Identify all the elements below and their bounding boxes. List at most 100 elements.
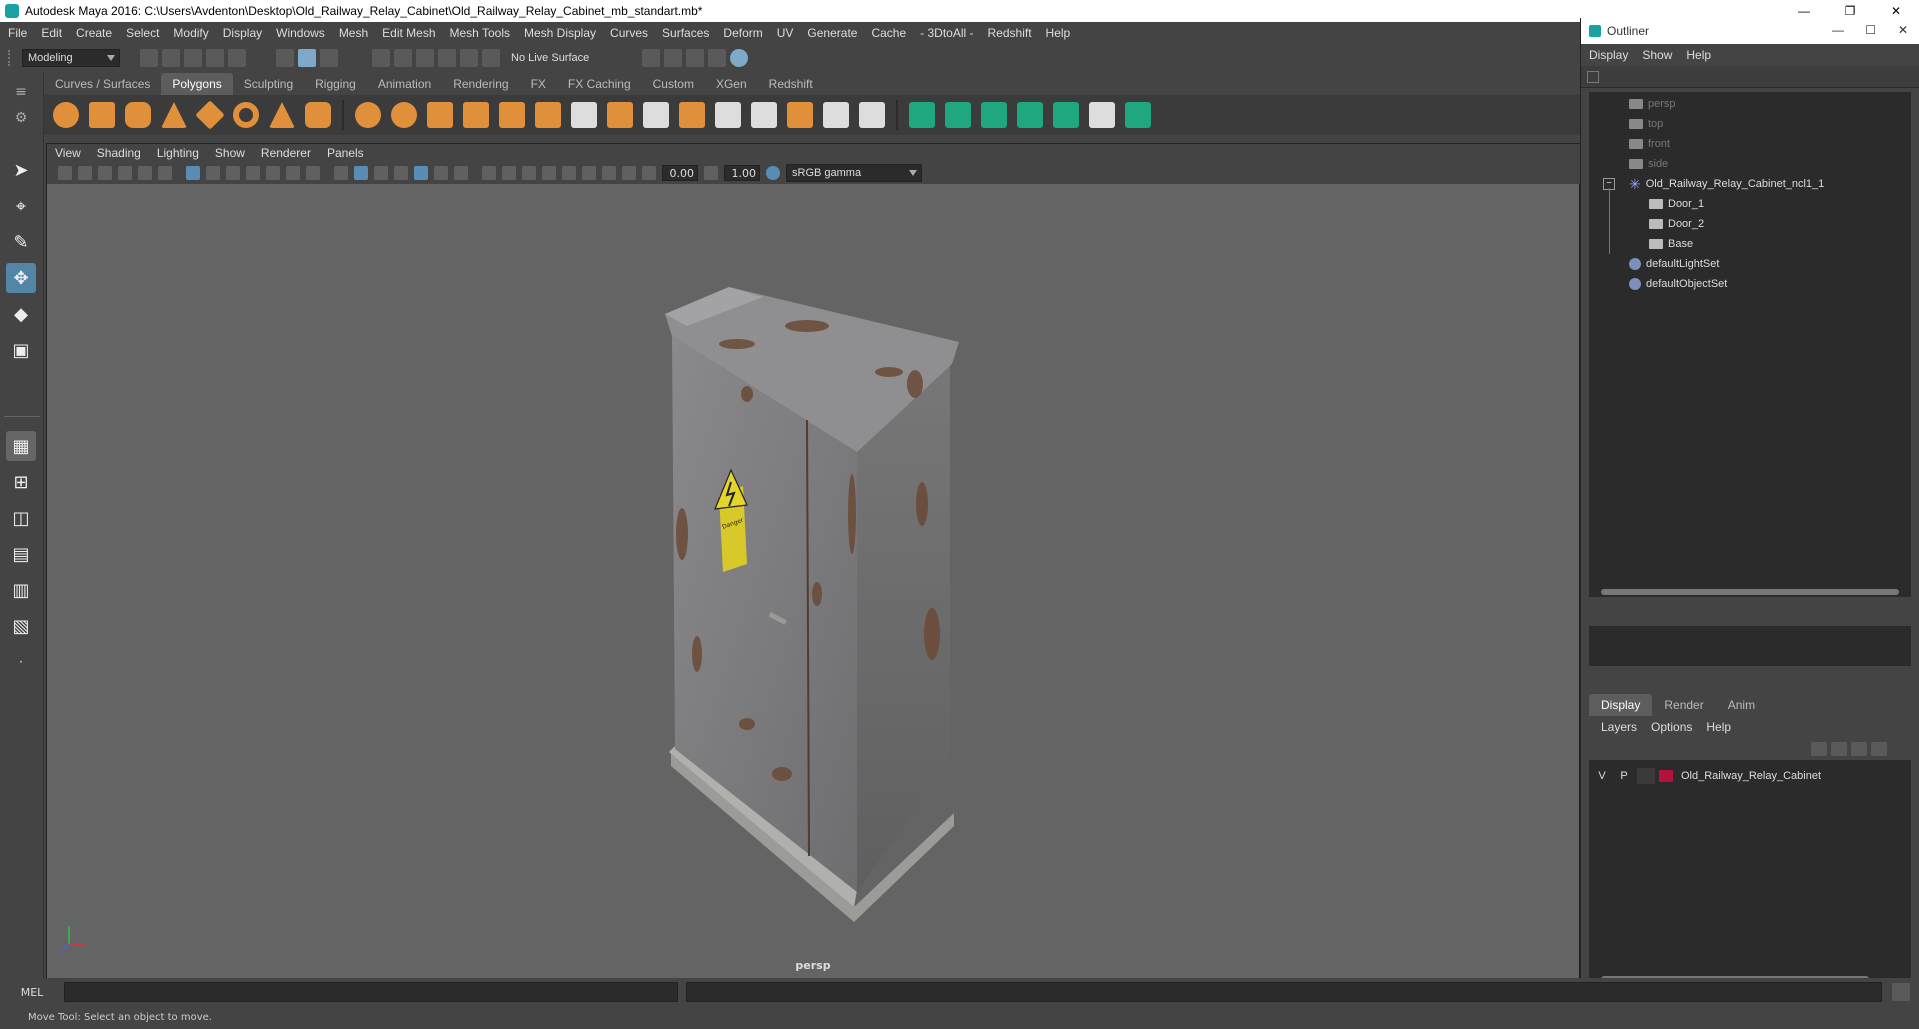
exposure-field[interactable]: 0.00 bbox=[662, 165, 698, 181]
menu-create[interactable]: Create bbox=[76, 26, 112, 40]
undo-icon[interactable] bbox=[206, 49, 224, 67]
layer-menu-help[interactable]: Help bbox=[1706, 720, 1731, 734]
poly-sphere-icon[interactable] bbox=[53, 102, 79, 128]
use-all-lights-icon[interactable] bbox=[434, 166, 448, 180]
move-layer-down-icon[interactable] bbox=[1831, 742, 1847, 756]
move-tool-icon[interactable]: ✥ bbox=[6, 263, 36, 293]
bridge-icon[interactable] bbox=[607, 102, 633, 128]
view-transform-dropdown[interactable]: sRGB gamma bbox=[786, 164, 922, 182]
menu-display[interactable]: Display bbox=[223, 26, 262, 40]
outliner-minimize-button[interactable]: — bbox=[1832, 23, 1844, 37]
render-view-icon[interactable] bbox=[642, 49, 660, 67]
scrollbar-thumb[interactable] bbox=[1601, 589, 1899, 595]
xray-joints-icon[interactable] bbox=[602, 166, 616, 180]
select-camera-icon[interactable] bbox=[58, 166, 72, 180]
outliner-item-top[interactable]: top bbox=[1629, 114, 1663, 134]
color-management-icon[interactable] bbox=[766, 166, 780, 180]
viewport-menu-lighting[interactable]: Lighting bbox=[157, 146, 199, 160]
layer-menu-layers[interactable]: Layers bbox=[1601, 720, 1637, 734]
outliner-menu-display[interactable]: Display bbox=[1589, 48, 1628, 62]
hypershade-layout-icon[interactable]: ▧ bbox=[6, 611, 36, 641]
separate-icon[interactable] bbox=[391, 102, 417, 128]
outliner-persp-graph-layout-icon[interactable]: ▥ bbox=[6, 575, 36, 605]
new-empty-layer-icon[interactable] bbox=[1851, 742, 1867, 756]
menu-redshift[interactable]: Redshift bbox=[988, 26, 1032, 40]
poly-torus-icon[interactable] bbox=[233, 102, 259, 128]
four-view-layout-icon[interactable]: ⊞ bbox=[6, 467, 36, 497]
multi-cut-icon[interactable] bbox=[571, 102, 597, 128]
shelf-settings-icon[interactable]: ⚙ bbox=[6, 103, 36, 133]
snap-view-plane-icon[interactable] bbox=[460, 49, 478, 67]
shelf-tab-rendering[interactable]: Rendering bbox=[442, 73, 519, 95]
shelf-tab-polygons[interactable]: Polygons bbox=[161, 73, 233, 95]
make-live-icon[interactable] bbox=[482, 49, 500, 67]
target-weld-icon[interactable] bbox=[859, 102, 885, 128]
perspective-viewport[interactable]: Danger persp bbox=[47, 184, 1579, 978]
viewport-menu-renderer[interactable]: Renderer bbox=[261, 146, 311, 160]
menu-file[interactable]: File bbox=[8, 26, 27, 40]
gamma-field[interactable]: 1.00 bbox=[724, 165, 760, 181]
cylindrical-mapping-icon[interactable] bbox=[945, 102, 971, 128]
menu-deform[interactable]: Deform bbox=[723, 26, 762, 40]
hypershade-icon[interactable] bbox=[730, 49, 748, 67]
redo-icon[interactable] bbox=[228, 49, 246, 67]
cut-sew-uv-icon[interactable] bbox=[1125, 102, 1151, 128]
planar-mapping-icon[interactable] bbox=[909, 102, 935, 128]
camera-attributes-icon[interactable] bbox=[78, 166, 92, 180]
select-hierarchy-icon[interactable] bbox=[276, 49, 294, 67]
screen-space-ao-icon[interactable] bbox=[482, 166, 496, 180]
menu-mesh-display[interactable]: Mesh Display bbox=[524, 26, 596, 40]
layer-row[interactable]: V P Old_Railway_Relay_Cabinet bbox=[1589, 766, 1911, 786]
layer-tab-anim[interactable]: Anim bbox=[1716, 694, 1767, 716]
poly-plane-icon[interactable] bbox=[195, 100, 225, 130]
scale-tool-icon[interactable]: ▣ bbox=[6, 335, 36, 365]
shelf-tab-xgen[interactable]: XGen bbox=[705, 73, 758, 95]
image-plane-icon[interactable] bbox=[118, 166, 132, 180]
live-surface-field[interactable]: No Live Surface bbox=[506, 49, 600, 67]
outliner-maximize-button[interactable]: ☐ bbox=[1865, 23, 1876, 37]
insert-edge-loop-icon[interactable] bbox=[715, 102, 741, 128]
reduce-icon[interactable] bbox=[499, 102, 525, 128]
menu-help[interactable]: Help bbox=[1046, 26, 1071, 40]
motion-blur-icon[interactable] bbox=[502, 166, 516, 180]
shelf-tab-animation[interactable]: Animation bbox=[367, 73, 442, 95]
bookmark-icon[interactable] bbox=[98, 166, 112, 180]
automatic-mapping-icon[interactable] bbox=[1017, 102, 1043, 128]
uv-editor-icon[interactable] bbox=[1053, 102, 1079, 128]
outliner-close-button[interactable]: ✕ bbox=[1898, 23, 1908, 37]
mirror-icon[interactable] bbox=[427, 102, 453, 128]
menu-uv[interactable]: UV bbox=[777, 26, 794, 40]
single-perspective-layout-icon[interactable]: ▦ bbox=[6, 431, 36, 461]
shelf-tab-curves-surfaces[interactable]: Curves / Surfaces bbox=[44, 73, 161, 95]
depth-of-field-icon[interactable] bbox=[542, 166, 556, 180]
snap-curve-icon[interactable] bbox=[394, 49, 412, 67]
viewport-menu-shading[interactable]: Shading bbox=[97, 146, 141, 160]
outliner-item-door-1[interactable]: Door_1 bbox=[1649, 194, 1704, 214]
safe-action-icon[interactable] bbox=[286, 166, 300, 180]
shelf-tab-rigging[interactable]: Rigging bbox=[304, 73, 367, 95]
render-frame-icon[interactable] bbox=[664, 49, 682, 67]
smooth-icon[interactable] bbox=[463, 102, 489, 128]
append-polygon-icon[interactable] bbox=[787, 102, 813, 128]
outliner-item-default-object-set[interactable]: defaultObjectSet bbox=[1629, 274, 1727, 294]
fill-hole-icon[interactable] bbox=[679, 102, 705, 128]
shelf-tab-fx[interactable]: FX bbox=[520, 73, 557, 95]
outliner-horizontal-scrollbar[interactable] bbox=[1589, 587, 1911, 597]
layer-tab-render[interactable]: Render bbox=[1652, 694, 1715, 716]
poly-cone-icon[interactable] bbox=[161, 102, 187, 128]
snap-point-icon[interactable] bbox=[416, 49, 434, 67]
save-scene-icon[interactable] bbox=[184, 49, 202, 67]
menu-edit-mesh[interactable]: Edit Mesh bbox=[382, 26, 435, 40]
bevel-icon[interactable] bbox=[643, 102, 669, 128]
spherical-mapping-icon[interactable] bbox=[981, 102, 1007, 128]
gamma-icon[interactable] bbox=[704, 166, 718, 180]
poly-cylinder-icon[interactable] bbox=[125, 102, 151, 128]
layer-display-type-toggle[interactable] bbox=[1637, 768, 1655, 784]
grid-icon[interactable] bbox=[186, 166, 200, 180]
wireframe-on-shaded-icon[interactable] bbox=[394, 166, 408, 180]
outliner-item-door-2[interactable]: Door_2 bbox=[1649, 214, 1704, 234]
grease-pencil-icon[interactable] bbox=[158, 166, 172, 180]
menu-windows[interactable]: Windows bbox=[276, 26, 325, 40]
layer-tab-display[interactable]: Display bbox=[1589, 694, 1653, 716]
menu-modify[interactable]: Modify bbox=[173, 26, 208, 40]
